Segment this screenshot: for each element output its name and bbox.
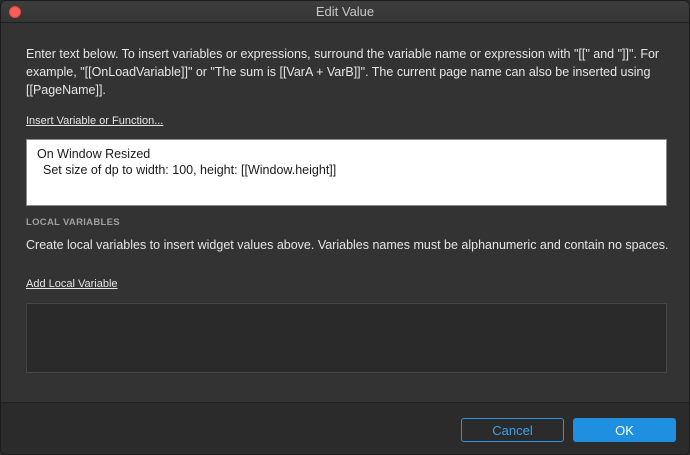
intro-text: Enter text below. To insert variables or…: [26, 47, 660, 97]
dialog-content: Enter text below. To insert variables or…: [1, 24, 689, 402]
insert-variable-link[interactable]: Insert Variable or Function...: [26, 115, 163, 127]
title-bar: Edit Value: [1, 1, 689, 23]
value-editor[interactable]: On Window Resized Set size of dp to widt…: [26, 139, 667, 206]
local-variables-list: [26, 303, 667, 373]
edit-value-dialog: Edit Value Enter text below. To insert v…: [0, 0, 690, 455]
editor-line-1: On Window Resized: [37, 147, 151, 161]
ok-button[interactable]: OK: [573, 418, 676, 442]
cancel-button[interactable]: Cancel: [461, 418, 564, 442]
add-local-variable-link[interactable]: Add Local Variable: [26, 278, 118, 290]
local-variables-heading: LOCAL VARIABLES: [26, 217, 120, 228]
editor-line-2: Set size of dp to width: 100, height: [[…: [43, 163, 337, 177]
close-window-button[interactable]: [9, 6, 21, 18]
local-variables-description: Create local variables to insert widget …: [26, 238, 669, 252]
window-title: Edit Value: [315, 4, 375, 19]
dialog-footer: Cancel OK: [1, 402, 689, 454]
